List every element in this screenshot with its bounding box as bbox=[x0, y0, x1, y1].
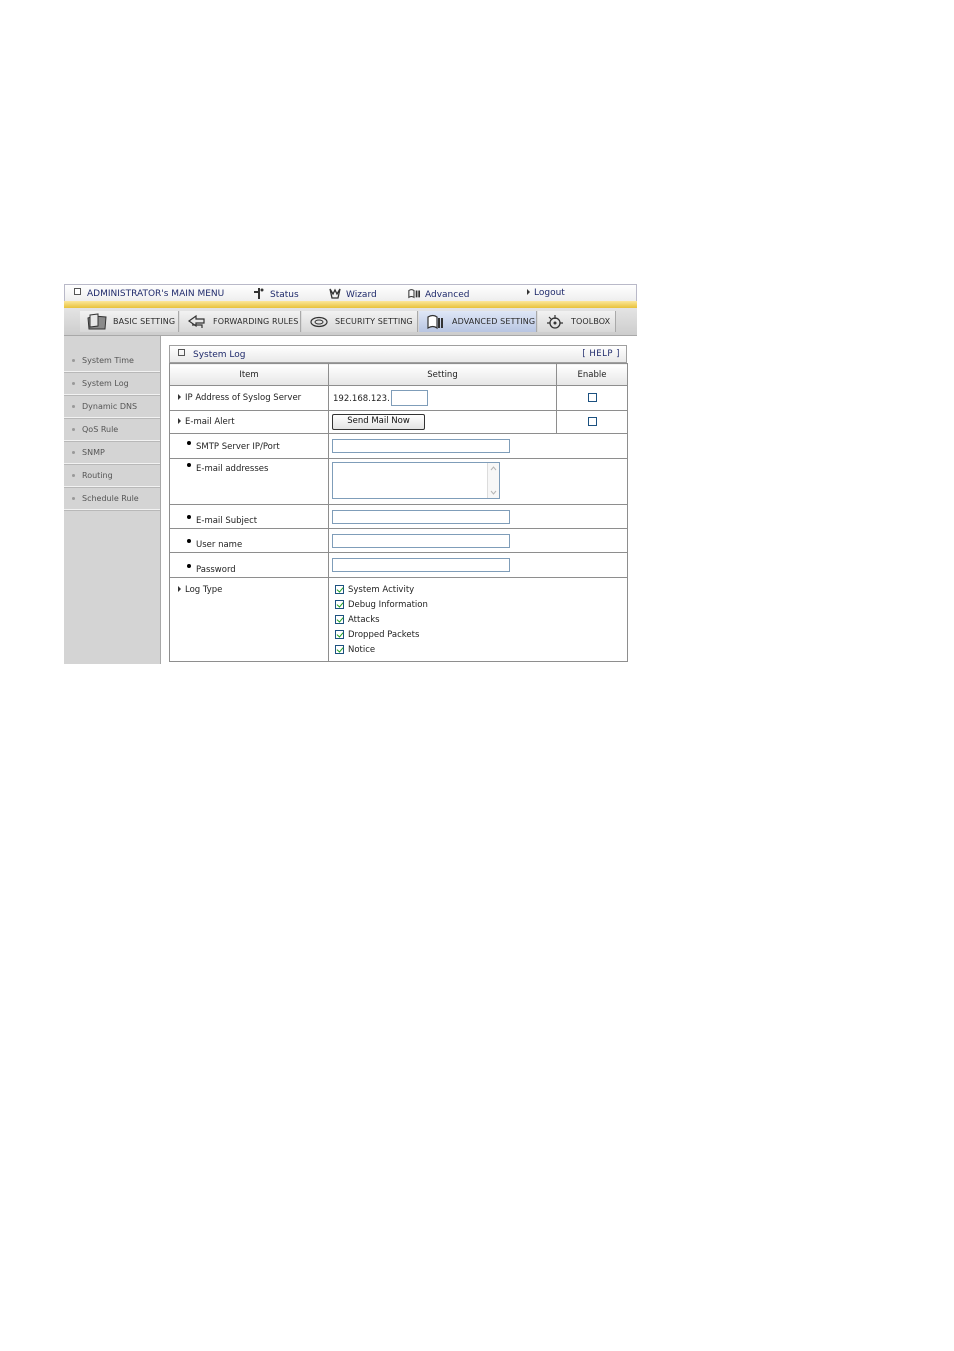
bullet-icon bbox=[72, 405, 75, 408]
tab-basic-setting[interactable]: BASIC SETTING bbox=[80, 311, 179, 332]
panel-header: System Log [ HELP ] bbox=[169, 345, 627, 363]
table-row: E-mail addresses bbox=[169, 458, 628, 505]
email-subject-label: E-mail Subject bbox=[196, 516, 258, 526]
password-label: Password bbox=[196, 565, 236, 575]
arrow-right-icon bbox=[178, 394, 181, 400]
sidebar-item-system-log[interactable]: System Log bbox=[64, 373, 160, 395]
arrow-right-icon bbox=[178, 586, 181, 592]
menu-square-icon bbox=[74, 288, 81, 295]
bullet-icon bbox=[72, 497, 75, 500]
syslog-ip-input[interactable] bbox=[390, 390, 428, 406]
table-row: IP Address of Syslog Server 192.168.123. bbox=[169, 385, 628, 411]
panel-title: System Log bbox=[193, 349, 246, 360]
bullet-icon bbox=[187, 539, 191, 543]
status-person-icon bbox=[254, 288, 264, 299]
debug-information-checkbox[interactable] bbox=[335, 600, 344, 609]
bullet-icon bbox=[187, 515, 191, 519]
table-row: User name bbox=[169, 528, 628, 553]
arrow-right-icon bbox=[178, 418, 181, 424]
enable-column-header: Enable bbox=[556, 363, 628, 386]
notice-checkbox[interactable] bbox=[335, 645, 344, 654]
password-input[interactable] bbox=[332, 558, 510, 572]
system-log-panel: System Log [ HELP ] Item Setting Enable … bbox=[169, 345, 628, 662]
send-mail-now-button[interactable]: Send Mail Now bbox=[332, 414, 425, 430]
table-row: SMTP Server IP/Port bbox=[169, 433, 628, 459]
folder-icon bbox=[87, 312, 107, 329]
security-icon bbox=[310, 316, 328, 327]
log-type-dropped-packets[interactable]: Dropped Packets bbox=[329, 627, 627, 642]
bullet-icon bbox=[72, 382, 75, 385]
help-link[interactable]: [ HELP ] bbox=[582, 349, 620, 359]
bullet-icon bbox=[187, 440, 191, 445]
table-row: E-mail Subject bbox=[169, 504, 628, 529]
tab-security-setting[interactable]: SECURITY SETTING bbox=[302, 311, 418, 332]
system-activity-checkbox[interactable] bbox=[335, 585, 344, 594]
log-type-debug-information[interactable]: Debug Information bbox=[329, 597, 627, 612]
wizard-icon bbox=[329, 288, 341, 299]
system-log-table: Item Setting Enable IP Address of Syslog… bbox=[169, 363, 628, 662]
sidebar-item-routing[interactable]: Routing bbox=[64, 465, 160, 487]
sidebar-item-snmp[interactable]: SNMP bbox=[64, 442, 160, 464]
email-subject-input[interactable] bbox=[332, 509, 510, 524]
log-type-label: Log Type bbox=[185, 585, 223, 595]
advanced-link[interactable]: Advanced bbox=[408, 288, 469, 300]
scrollbar[interactable] bbox=[487, 463, 499, 498]
logout-link[interactable]: Logout bbox=[527, 288, 565, 298]
log-type-system-activity[interactable]: System Activity bbox=[329, 582, 627, 597]
tab-forwarding-rules[interactable]: FORWARDING RULES bbox=[180, 311, 301, 332]
email-alert-label: E-mail Alert bbox=[185, 417, 235, 427]
bullet-icon bbox=[187, 463, 191, 467]
syslog-enable-checkbox[interactable] bbox=[587, 392, 597, 402]
table-row: Log Type System Activity Debug Informati… bbox=[169, 577, 628, 662]
bullet-icon bbox=[72, 359, 75, 362]
bullet-icon bbox=[72, 428, 75, 431]
sidebar-item-qos-rule[interactable]: QoS Rule bbox=[64, 419, 160, 441]
log-type-notice[interactable]: Notice bbox=[329, 642, 627, 657]
smtp-server-input[interactable] bbox=[332, 439, 510, 453]
tab-toolbox[interactable]: TOOLBOX bbox=[538, 311, 616, 332]
tab-bar: BASIC SETTING FORWARDING RULES SECURITY … bbox=[64, 308, 637, 336]
status-link[interactable]: Status bbox=[253, 288, 299, 300]
sidebar-item-dynamic-dns[interactable]: Dynamic DNS bbox=[64, 396, 160, 418]
table-row: Password bbox=[169, 552, 628, 578]
forward-arrows-icon bbox=[187, 314, 205, 328]
setting-column-header: Setting bbox=[328, 363, 557, 386]
email-addresses-label: E-mail addresses bbox=[196, 464, 269, 474]
scroll-arrows-icon bbox=[490, 466, 497, 495]
bullet-icon bbox=[72, 451, 75, 454]
email-addresses-textarea[interactable] bbox=[332, 462, 500, 499]
advanced-folder-icon bbox=[427, 314, 443, 329]
advanced-icon bbox=[408, 289, 420, 299]
syslog-ip-prefix: 192.168.123. bbox=[333, 393, 390, 404]
tab-advanced-setting[interactable]: ADVANCED SETTING bbox=[419, 311, 537, 332]
toolbox-icon bbox=[547, 314, 563, 329]
top-accent-bar bbox=[64, 301, 637, 308]
sidebar-item-schedule-rule[interactable]: Schedule Rule bbox=[64, 488, 160, 510]
sidebar: System Time System Log Dynamic DNS QoS R… bbox=[64, 336, 161, 664]
table-row: E-mail Alert Send Mail Now bbox=[169, 410, 628, 434]
item-column-header: Item bbox=[169, 363, 329, 386]
username-input[interactable] bbox=[332, 533, 510, 548]
wizard-link[interactable]: Wizard bbox=[329, 288, 377, 300]
email-alert-enable-checkbox[interactable] bbox=[587, 416, 597, 426]
bullet-icon bbox=[187, 564, 191, 568]
bullet-icon bbox=[72, 474, 75, 477]
username-label: User name bbox=[196, 540, 243, 550]
log-type-attacks[interactable]: Attacks bbox=[329, 612, 627, 627]
attacks-checkbox[interactable] bbox=[335, 615, 344, 624]
arrow-right-icon bbox=[527, 289, 530, 295]
top-menu-bar: ADMINISTRATOR's MAIN MENU Status Wizard … bbox=[64, 284, 637, 301]
dropped-packets-checkbox[interactable] bbox=[335, 630, 344, 639]
sidebar-item-system-time[interactable]: System Time bbox=[64, 350, 160, 372]
main-menu-link[interactable]: ADMINISTRATOR's MAIN MENU bbox=[74, 288, 224, 299]
panel-square-icon bbox=[178, 348, 185, 356]
syslog-label: IP Address of Syslog Server bbox=[185, 393, 302, 403]
router-admin-window: ADMINISTRATOR's MAIN MENU Status Wizard … bbox=[64, 284, 637, 664]
smtp-label: SMTP Server IP/Port bbox=[196, 441, 280, 452]
